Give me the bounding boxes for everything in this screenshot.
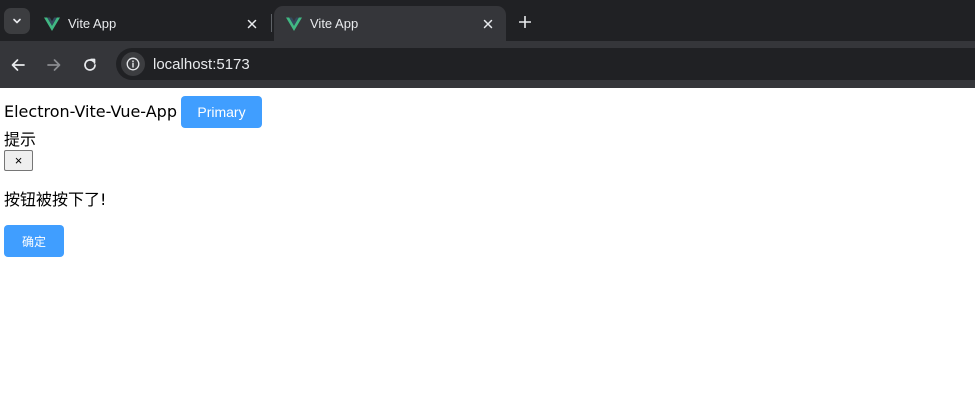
- dialog-title: 提示: [4, 130, 37, 149]
- back-button[interactable]: [5, 52, 31, 78]
- primary-button[interactable]: Primary: [180, 96, 262, 128]
- dialog-message: 按钮被按下了!: [4, 190, 107, 209]
- address-bar[interactable]: localhost:5173: [116, 48, 975, 80]
- tab-title: Vite App: [310, 16, 359, 31]
- vue-logo-icon: [286, 16, 302, 32]
- app-header: Electron-Vite-Vue-App Primary: [4, 96, 262, 128]
- tab-title: Vite App: [68, 16, 117, 31]
- site-info-button[interactable]: [121, 52, 145, 76]
- reload-icon: [84, 58, 96, 71]
- close-tab-icon[interactable]: [242, 14, 262, 34]
- reload-button[interactable]: [77, 52, 103, 78]
- new-tab-button[interactable]: [514, 11, 536, 33]
- chevron-down-icon: [13, 18, 21, 24]
- info-icon: [126, 57, 140, 71]
- tab-vite-app-2[interactable]: Vite App: [274, 6, 506, 41]
- confirm-button[interactable]: 确定: [4, 225, 64, 257]
- browser-tab-strip: Vite App Vite App: [0, 0, 975, 41]
- arrow-right-icon: [47, 59, 61, 71]
- browser-toolbar: localhost:5173: [0, 41, 975, 88]
- vue-logo-icon: [44, 16, 60, 32]
- url-text: localhost:5173: [153, 55, 250, 73]
- page-content: Electron-Vite-Vue-App Primary 提示 × 按钮被按下…: [0, 88, 975, 419]
- app-title: Electron-Vite-Vue-App: [4, 102, 177, 121]
- tab-divider: [271, 14, 272, 32]
- dialog-close-button[interactable]: ×: [4, 150, 33, 171]
- forward-button[interactable]: [41, 52, 67, 78]
- tab-vite-app-1[interactable]: Vite App: [32, 6, 270, 41]
- arrow-left-icon: [11, 59, 25, 71]
- plus-icon: [519, 16, 531, 28]
- tab-search-button[interactable]: [4, 8, 30, 34]
- close-tab-icon[interactable]: [478, 14, 498, 34]
